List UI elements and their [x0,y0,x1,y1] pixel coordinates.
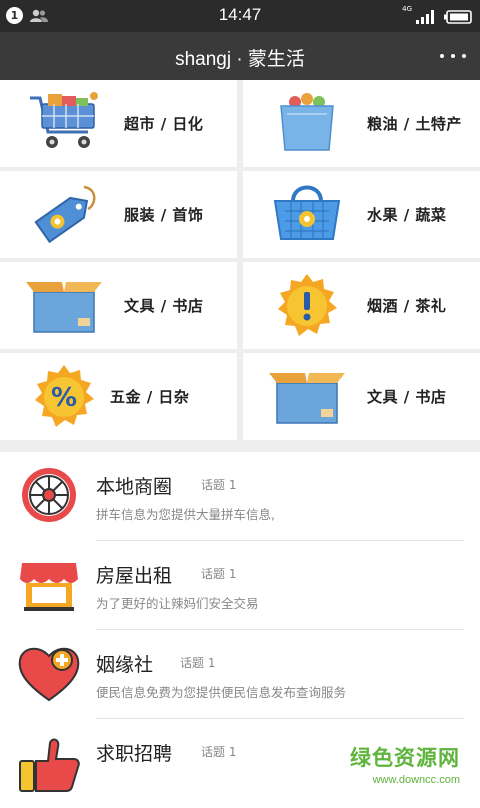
svg-text:%: % [51,383,77,413]
warning-badge-icon [267,270,347,340]
list-item[interactable]: 本地商圈 话题 1 拼车信息为您提供大量拼车信息, [0,452,480,541]
status-bar: 1 14:47 4G [0,0,480,32]
category-label: 文具 / 书店 [124,297,204,315]
watermark-url: www.downcc.com [372,774,460,786]
wheel-icon [16,464,82,526]
basket-icon [267,179,347,249]
category-stationery-2[interactable]: 文具 / 书店 [243,353,480,440]
category-tobacco-tea[interactable]: 烟酒 / 茶礼 [243,262,480,349]
percent-badge-icon: % [24,361,104,431]
forum-title: 姻缘社 [96,654,154,676]
battery-icon [444,9,472,28]
watermark-name: 绿色资源网 [350,746,460,770]
storefront-icon [16,553,82,615]
heart-plus-icon [16,642,82,704]
category-label: 文具 / 书店 [367,388,447,406]
category-label: 服装 / 首饰 [124,206,204,224]
category-label: 烟酒 / 茶礼 [367,297,447,315]
list-item[interactable]: 房屋出租 话题 1 为了更好的让辣妈们安全交易 [0,541,480,630]
forum-description: 便民信息免费为您提供便民信息发布查询服务 [96,685,347,700]
category-label: 超市 / 日化 [124,115,204,133]
forum-description: 为了更好的让辣妈们安全交易 [96,596,259,611]
shopping-cart-icon [24,88,104,158]
category-label: 五金 / 日杂 [110,388,190,406]
category-supermarket[interactable]: 超市 / 日化 [0,80,237,167]
topic-count: 话题 1 [201,745,237,759]
topic-count: 话题 1 [201,478,237,492]
page-title: shangj · 蒙生活 [175,49,305,70]
app-header: shangj · 蒙生活 [0,32,480,80]
watermark: 绿色资源网 www.downcc.com [340,742,460,794]
category-label: 粮油 / 土特产 [367,115,462,133]
category-stationery[interactable]: 文具 / 书店 [0,262,237,349]
forum-description: 拼车信息为您提供大量拼车信息, [96,507,275,522]
category-clothing[interactable]: 服装 / 首饰 [0,171,237,258]
price-tag-icon [24,179,104,249]
signal-icon [416,9,438,28]
grocery-bag-icon [267,88,347,158]
thumbs-up-icon [16,731,82,793]
open-box-icon [267,361,347,431]
category-hardware[interactable]: % 五金 / 日杂 [0,353,237,440]
open-box-icon [24,270,104,340]
list-item[interactable]: 姻缘社 话题 1 便民信息免费为您提供便民信息发布查询服务 [0,630,480,719]
forum-title: 求职招聘 [96,743,173,765]
topic-count: 话题 1 [180,656,216,670]
network-type: 4G [402,5,412,13]
category-grain-oil[interactable]: 粮油 / 土特产 [243,80,480,167]
section-divider [0,442,480,452]
category-label: 水果 / 蔬菜 [367,206,447,224]
category-fruit-veg[interactable]: 水果 / 蔬菜 [243,171,480,258]
category-grid: 超市 / 日化 粮油 / 土特产 服装 / 首饰 水果 / 蔬菜 文具 / 书店… [0,80,480,442]
more-dots-icon[interactable] [438,44,468,68]
forum-title: 房屋出租 [96,565,173,587]
forum-title: 本地商圈 [96,476,173,498]
topic-count: 话题 1 [201,567,237,581]
